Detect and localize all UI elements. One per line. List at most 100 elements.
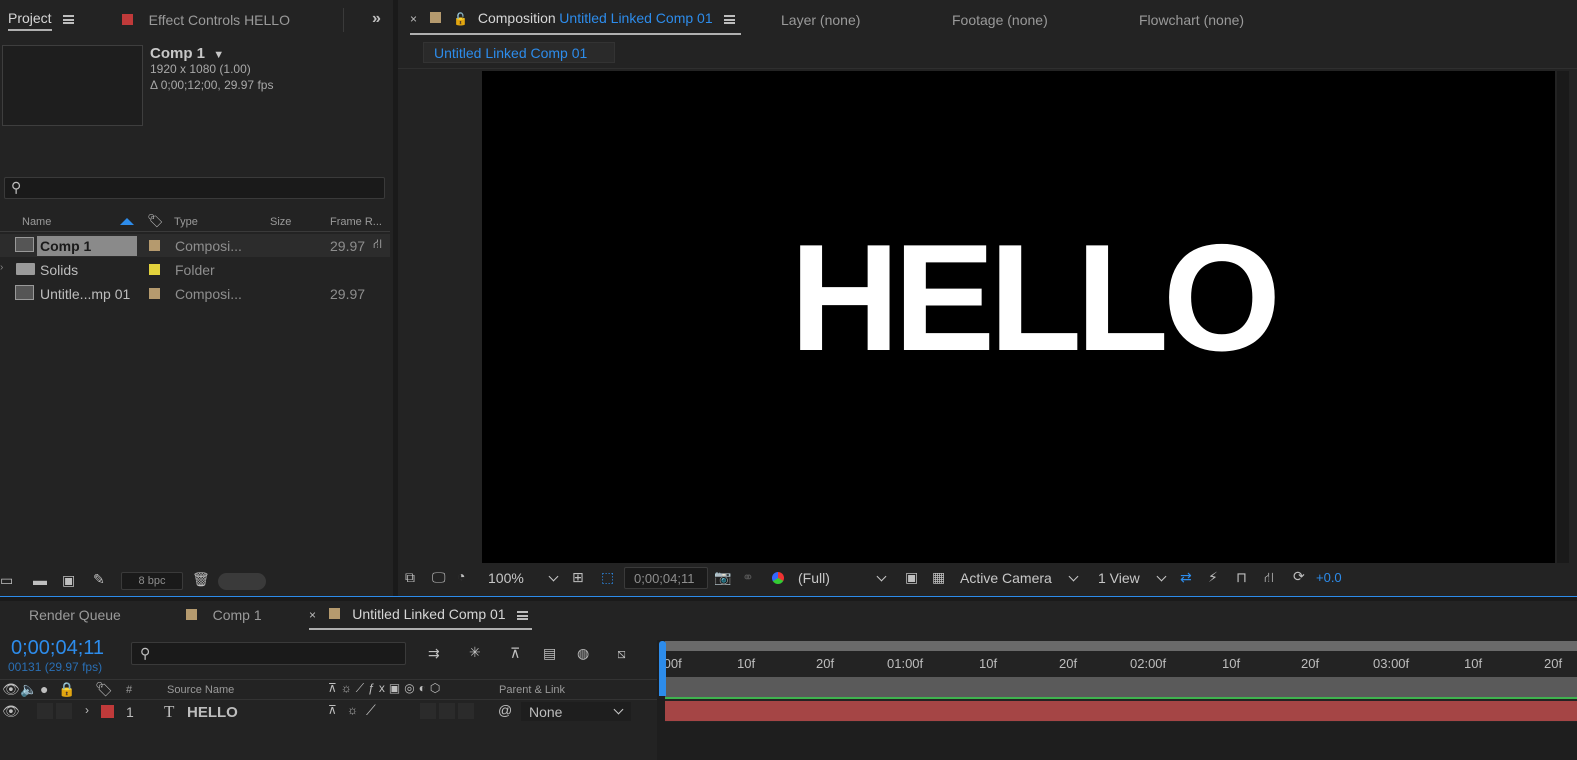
panel-menu-icon[interactable] xyxy=(517,611,529,620)
region-of-interest-icon[interactable]: ⬚ xyxy=(601,569,614,586)
column-name[interactable]: Name xyxy=(22,216,51,228)
work-area-bar[interactable] xyxy=(665,641,1577,651)
flowchart-icon[interactable]: ⛙ xyxy=(373,236,382,254)
zoom-dropdown[interactable]: 100% xyxy=(484,568,564,588)
grid-overlay-icon[interactable]: ⊞ xyxy=(572,569,584,586)
tab-composition[interactable]: × 🔓 Composition Untitled Linked Comp 01 xyxy=(410,10,742,35)
views-dropdown[interactable]: 1 View xyxy=(1090,568,1172,588)
motion-blur-switch[interactable] xyxy=(439,703,455,719)
close-icon[interactable]: × xyxy=(309,608,316,622)
motion-blur-icon[interactable]: ◍ xyxy=(577,645,589,662)
comp-breadcrumb[interactable]: Untitled Linked Comp 01 xyxy=(423,42,615,63)
bpc-button[interactable]: 8 bpc xyxy=(121,572,183,590)
new-composition-icon[interactable]: ▣ xyxy=(62,572,75,589)
layer-row[interactable]: 👁 › 1 T HELLO ⊼ ☼ ⟋ @ None xyxy=(0,701,657,722)
time-ruler[interactable] xyxy=(665,652,1577,676)
current-time-indicator[interactable] xyxy=(659,641,666,696)
layer-bar[interactable] xyxy=(665,701,1577,721)
audio-toggle[interactable] xyxy=(37,703,53,719)
eye-icon[interactable]: 👁 xyxy=(2,703,20,720)
layer-label-swatch[interactable] xyxy=(101,705,114,718)
show-snapshot-icon[interactable]: ⚭ xyxy=(742,569,754,586)
close-icon[interactable]: × xyxy=(410,12,417,26)
column-parent[interactable]: Parent & Link xyxy=(499,684,565,696)
fast-previews-icon[interactable]: ▣ xyxy=(905,569,918,586)
new-folder-icon[interactable]: ▬ xyxy=(33,572,47,588)
reset-exposure-icon[interactable]: ⟳ xyxy=(1293,568,1305,585)
label-color-swatch[interactable] xyxy=(149,264,160,275)
flowchart-icon[interactable]: ⛙ xyxy=(1264,569,1274,588)
layer-name[interactable]: HELLO xyxy=(187,704,238,721)
project-search-input[interactable]: ⚲ xyxy=(4,177,385,199)
resolution-dropdown[interactable]: (Full) xyxy=(792,568,892,588)
project-item-comp1[interactable]: Comp 1 Composi... 29.97 xyxy=(0,234,390,257)
eye-icon[interactable]: 👁 xyxy=(2,681,20,698)
rgb-channels-icon[interactable] xyxy=(772,572,784,584)
lock-icon[interactable]: 🔒 xyxy=(58,681,75,698)
tab-render-queue[interactable]: Render Queue xyxy=(29,607,121,623)
comp-track xyxy=(665,677,1577,699)
pickwhip-icon[interactable]: @ xyxy=(498,702,512,718)
tab-effect-controls[interactable]: Effect Controls HELLO xyxy=(122,12,290,28)
label-tag-icon[interactable]: 🏷 xyxy=(147,213,164,229)
expand-arrow-icon[interactable]: › xyxy=(85,703,89,717)
frame-blending-icon[interactable]: ▤ xyxy=(543,645,556,662)
audio-icon[interactable]: 🔈 xyxy=(20,681,37,698)
label-tag-icon[interactable]: 🏷 xyxy=(95,681,113,698)
panel-menu-icon[interactable] xyxy=(63,15,75,24)
selected-item-name[interactable]: Comp 1 ▼ xyxy=(150,45,224,62)
draft-3d-icon[interactable]: ✳ xyxy=(469,644,481,661)
solo-toggle[interactable] xyxy=(56,703,72,719)
solo-icon[interactable]: ● xyxy=(40,681,48,697)
timeline-search-input[interactable]: ⚲ xyxy=(131,642,406,665)
always-preview-icon[interactable]: ⧉ xyxy=(405,569,415,586)
composition-mini-flowchart-icon[interactable]: ⇉ xyxy=(428,645,440,662)
shy-switch-icon[interactable]: ⊼ xyxy=(328,703,337,717)
thumbnail-slider[interactable] xyxy=(218,573,266,590)
canvas-text-hello[interactable]: HELLO xyxy=(790,222,1281,374)
lock-icon[interactable]: 🔓 xyxy=(453,12,468,26)
tab-comp1[interactable]: Comp 1 xyxy=(186,607,262,623)
column-type[interactable]: Type xyxy=(174,216,198,228)
chevron-down-icon xyxy=(1068,571,1079,582)
timeline-current-time[interactable]: 0;00;04;11 xyxy=(11,637,104,660)
triangle-down-icon[interactable]: ▼ xyxy=(213,49,224,61)
label-color-swatch[interactable] xyxy=(149,288,160,299)
tab-layer[interactable]: Layer (none) xyxy=(781,12,860,28)
graph-editor-icon[interactable]: ⧅ xyxy=(617,645,626,662)
timeline-icon[interactable]: ⊓ xyxy=(1236,569,1247,586)
monitor-icon[interactable]: 🖵 xyxy=(432,569,446,586)
effect-switch[interactable] xyxy=(420,703,436,719)
hide-shy-layers-icon[interactable]: ⊼ xyxy=(510,645,520,662)
collapse-switch-icon[interactable]: ☼ xyxy=(347,703,358,717)
camera-dropdown[interactable]: Active Camera xyxy=(954,568,1084,588)
tab-footage[interactable]: Footage (none) xyxy=(952,12,1048,28)
panel-menu-icon[interactable] xyxy=(724,15,736,24)
column-frame-rate[interactable]: Frame R... xyxy=(330,216,382,228)
parent-dropdown[interactable]: None xyxy=(521,702,631,721)
sort-ascending-icon[interactable] xyxy=(120,218,134,225)
tab-flowchart[interactable]: Flowchart (none) xyxy=(1139,12,1244,28)
expand-arrow-icon[interactable]: › xyxy=(0,262,3,273)
toggle-pixel-aspect-icon[interactable]: ⇄ xyxy=(1180,569,1192,586)
tab-untitled-linked-comp[interactable]: × Untitled Linked Comp 01 xyxy=(309,606,533,630)
mask-icon[interactable]: ◔ xyxy=(457,568,465,584)
snapshot-camera-icon[interactable]: 📷 xyxy=(714,569,731,586)
exposure-value[interactable]: +0.0 xyxy=(1316,570,1342,585)
column-size[interactable]: Size xyxy=(270,216,291,228)
label-color-swatch[interactable] xyxy=(149,240,160,251)
viewer-scrollbar[interactable] xyxy=(1557,71,1569,563)
column-source-name[interactable]: Source Name xyxy=(167,684,234,696)
tab-project[interactable]: Project xyxy=(8,10,75,34)
quality-switch-icon[interactable]: ⟋ xyxy=(366,702,376,719)
transparency-grid-icon[interactable]: ▦ xyxy=(932,569,945,586)
current-time-field[interactable]: 0;00;04;11 xyxy=(624,567,708,589)
adjustment-switch[interactable] xyxy=(458,703,474,719)
interpret-footage-icon[interactable]: ▭ xyxy=(0,572,13,589)
project-settings-icon[interactable]: ✎ xyxy=(93,571,105,588)
project-item-solids[interactable]: › Solids Folder xyxy=(0,258,390,281)
project-item-untitled[interactable]: Untitle...mp 01 Composi... 29.97 xyxy=(0,282,390,305)
fast-preview-toggle-icon[interactable]: ⚡ xyxy=(1208,569,1218,586)
trash-icon[interactable]: 🗑 xyxy=(192,571,210,588)
overflow-chevron-icon[interactable]: » xyxy=(372,10,381,28)
